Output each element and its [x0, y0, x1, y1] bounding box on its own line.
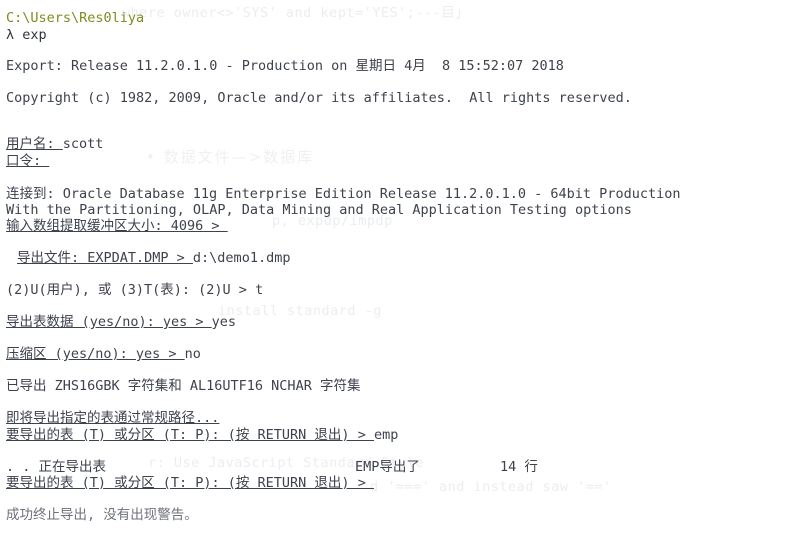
username-value: scott	[62, 136, 104, 152]
prompt-line[interactable]: λ exp	[6, 27, 47, 43]
compress-extent-line[interactable]: 压缩区 (yes/no): yes > no	[6, 346, 201, 362]
about-to-export-text: 即将导出指定的表通过常规路径...	[6, 410, 220, 426]
banner-release-line: Export: Release 11.2.0.1.0 - Production …	[6, 58, 564, 74]
final-status-line: 成功终止导出, 没有出现警告。	[6, 507, 198, 523]
copyright-line: Copyright (c) 1982, 2009, Oracle and/or …	[6, 90, 632, 106]
table-prompt-1-value: emp	[373, 427, 399, 443]
exported-rows-unit: 行	[524, 459, 538, 475]
password-label: 口令:	[6, 153, 50, 169]
export-mode-value: t	[255, 282, 264, 298]
exported-table-suffix: 导出了	[379, 459, 420, 475]
prompt-command: exp	[22, 27, 47, 43]
export-table-data-label: 导出表数据 (yes/no): yes >	[6, 314, 212, 330]
compress-extent-label: 压缩区 (yes/no): yes >	[6, 346, 185, 362]
exported-table-result: EMP导出了	[355, 459, 420, 475]
exporting-table-label: . . 正在导出表	[6, 459, 107, 475]
exported-table-name: EMP	[355, 459, 380, 475]
charset-line: 已导出 ZHS16GBK 字符集和 AL16UTF16 NCHAR 字符集	[6, 378, 361, 394]
export-file-value: d:\demo1.dmp	[192, 250, 291, 266]
table-prompt-line-1[interactable]: 要导出的表 (T) 或分区 (T: P): (按 RETURN 退出) > em…	[6, 427, 398, 443]
export-table-data-value: yes	[211, 314, 237, 330]
export-file-label: 导出文件: EXPDAT.DMP >	[17, 250, 193, 266]
prompt-symbol: λ	[6, 27, 15, 43]
username-label: 用户名:	[6, 136, 63, 152]
table-prompt-line-2[interactable]: 要导出的表 (T) 或分区 (T: P): (按 RETURN 退出) >	[6, 475, 374, 491]
exported-rows-count: 14 行	[500, 459, 538, 475]
buffer-size-line[interactable]: 输入数组提取缓冲区大小: 4096 >	[6, 218, 228, 234]
terminal-output[interactable]: C:\Users\Res0liya λ exp Export: Release …	[0, 0, 801, 533]
about-to-export-line: 即将导出指定的表通过常规路径...	[6, 410, 219, 426]
exported-rows-value: 14	[500, 459, 517, 475]
export-file-line[interactable]: 导出文件: EXPDAT.DMP > d:\demo1.dmp	[17, 250, 290, 266]
table-prompt-2-label: 要导出的表 (T) 或分区 (T: P): (按 RETURN 退出) >	[6, 475, 374, 491]
export-table-data-line[interactable]: 导出表数据 (yes/no): yes > yes	[6, 314, 236, 330]
password-line[interactable]: 口令:	[6, 153, 49, 169]
connected-line-2: With the Partitioning, OLAP, Data Mining…	[6, 202, 632, 218]
export-mode-label: (2)U(用户), 或 (3)T(表): (2)U >	[6, 282, 256, 298]
buffer-size-label: 输入数组提取缓冲区大小: 4096 >	[6, 218, 228, 234]
username-line[interactable]: 用户名: scott	[6, 136, 103, 152]
connected-line-1: 连接到: Oracle Database 11g Enterprise Edit…	[6, 186, 681, 202]
prompt-path: C:\Users\Res0liya	[6, 10, 145, 26]
compress-extent-value: no	[184, 346, 201, 362]
export-mode-line[interactable]: (2)U(用户), 或 (3)T(表): (2)U > t	[6, 282, 263, 298]
table-prompt-1-label: 要导出的表 (T) 或分区 (T: P): (按 RETURN 退出) >	[6, 427, 374, 443]
terminal-window: { "window": { "kind": "console-terminal"…	[0, 0, 801, 533]
